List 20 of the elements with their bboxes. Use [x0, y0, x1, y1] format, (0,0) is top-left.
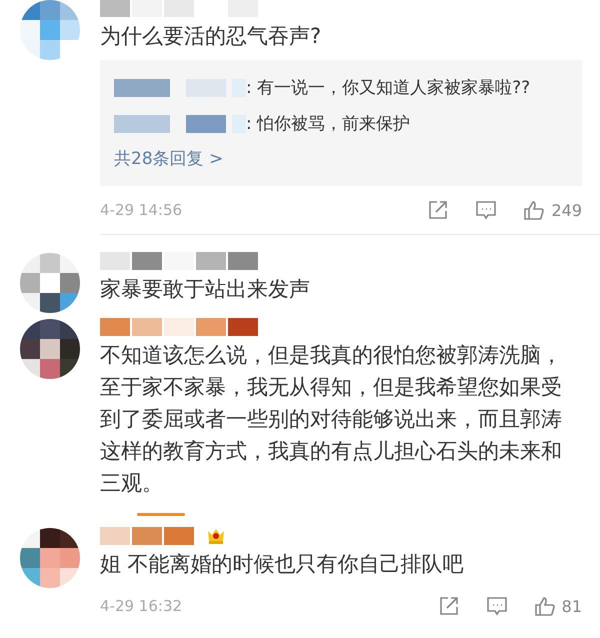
thumbs-up-icon[interactable]	[534, 595, 556, 617]
more-replies-link[interactable]: 共28条回复 >	[114, 142, 224, 176]
comment-icon[interactable]	[475, 199, 498, 221]
comment-time: 4-29 14:56	[100, 201, 184, 219]
comment-icon[interactable]	[486, 595, 508, 617]
comment-text: 为什么要活的忍气吞声?	[100, 23, 322, 50]
avatar[interactable]	[20, 319, 80, 379]
like-count: 81	[562, 596, 582, 616]
thumbs-up-icon[interactable]	[523, 199, 546, 221]
avatar[interactable]	[20, 528, 80, 588]
comment-text: 姐 不能离婚的时候也只有你自己排队吧	[100, 551, 465, 578]
comment-text: 家暴要敢于站出来发声	[100, 276, 311, 303]
share-icon[interactable]	[427, 199, 450, 221]
reply-text: : 怕你被骂，前来保护	[246, 113, 410, 136]
comment-time: 4-29 16:32	[100, 597, 184, 615]
comment-text: 不知道该怎么说，但是我真的很怕您被郭涛洗脑，至于家不家暴，我无从得知，但是我希望您如果受到了委屈或者一些别的对待能够说出来，而且郭涛这样的教育方式，我真的有点儿担心石头的未来和三观。	[100, 342, 563, 497]
share-icon[interactable]	[438, 595, 460, 617]
like-count: 249	[551, 200, 582, 220]
avatar[interactable]	[20, 253, 80, 313]
reply-text: : 有一说一，你又知道人家被家暴啦??	[246, 77, 530, 100]
